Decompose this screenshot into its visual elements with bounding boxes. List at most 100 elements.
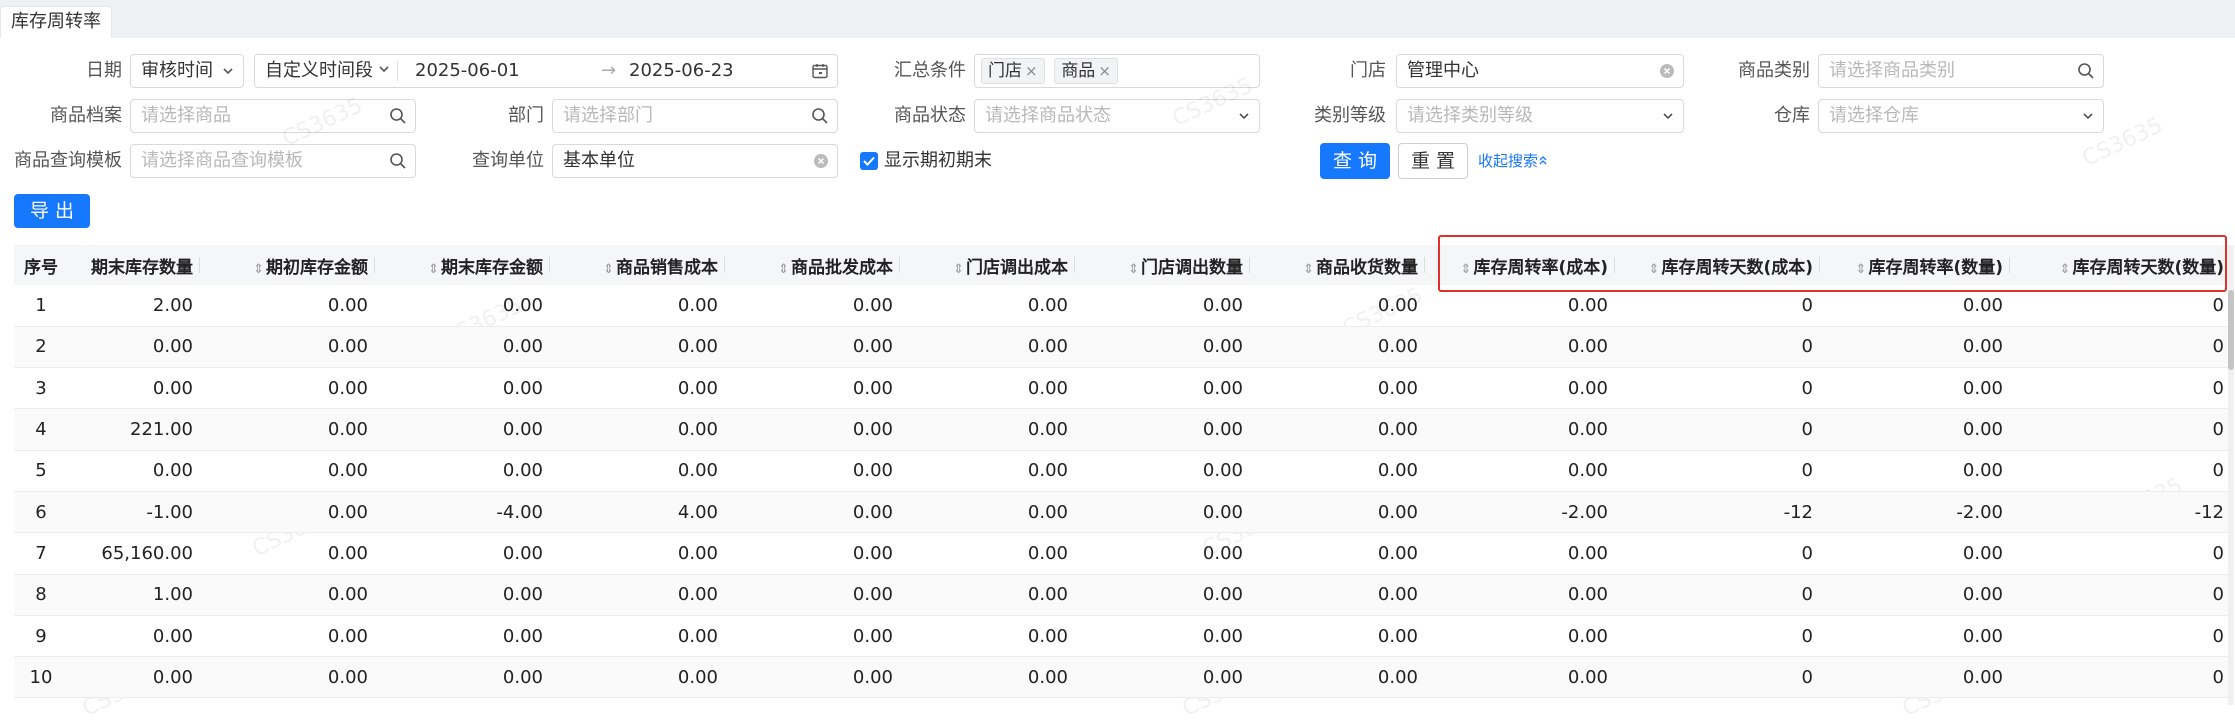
summary-tag-store[interactable]: 门店 ×	[981, 58, 1045, 84]
warehouse-select[interactable]: 请选择仓库	[1818, 99, 2104, 133]
column-header[interactable]: ⇕ 商品收货数量	[1249, 245, 1424, 285]
column-header[interactable]: ⇕ 期初库存金额	[199, 245, 374, 285]
summary-label: 汇总条件	[894, 60, 966, 81]
table-cell: 5	[14, 450, 68, 492]
date-type-select[interactable]: 审核时间	[130, 54, 244, 88]
table-row[interactable]: 1 2.00 0.00 0.00 0.00 0.00 0.00 0.00 0.00 0.00 0 0.…	[14, 285, 2230, 327]
sort-icon[interactable]: ⇕	[778, 262, 789, 277]
clear-icon[interactable]	[1659, 55, 1675, 87]
table-cell: 0.00	[899, 408, 1074, 451]
table-row[interactable]: 3 0.00 0.00 0.00 0.00 0.00 0.00 0.00 0.00 0.00 0 0.…	[14, 367, 2230, 410]
sort-icon[interactable]: ⇕	[2060, 262, 2071, 277]
check-icon	[863, 156, 875, 166]
table-cell: 0	[1614, 285, 1819, 327]
column-header[interactable]: ⇕ 库存周转天数(成本)	[1614, 245, 1819, 285]
end-date-input[interactable]: 2025-06-23	[629, 55, 734, 87]
vertical-scrollbar-thumb[interactable]	[2228, 290, 2234, 370]
search-icon[interactable]	[389, 145, 407, 177]
summary-tag-product[interactable]: 商品 ×	[1054, 58, 1118, 84]
column-header[interactable]: ⇕ 门店调出成本	[899, 245, 1074, 285]
date-range-mode[interactable]: 自定义时间段	[265, 60, 373, 81]
show-period-checkbox[interactable]	[860, 152, 878, 170]
search-icon[interactable]	[2077, 55, 2095, 87]
query-button[interactable]: 查 询	[1320, 143, 1390, 179]
column-header[interactable]: ⇕ 门店调出数量	[1074, 245, 1249, 285]
table-cell: 4	[14, 408, 68, 451]
table-row[interactable]: 2 0.00 0.00 0.00 0.00 0.00 0.00 0.00 0.00 0.00 0 0.…	[14, 326, 2230, 369]
column-divider[interactable]	[899, 257, 900, 273]
unit-select[interactable]: 基本单位	[552, 144, 838, 178]
close-icon[interactable]: ×	[1025, 62, 1038, 80]
level-select[interactable]: 请选择类别等级	[1396, 99, 1684, 133]
sort-icon[interactable]: ⇕	[1856, 262, 1867, 277]
column-divider[interactable]	[1614, 257, 1615, 273]
show-period-label[interactable]: 显示期初期末	[884, 144, 992, 178]
table-cell: 0	[2009, 285, 2230, 327]
date-range-picker[interactable]: 自定义时间段 2025-06-01 → 2025-06-23	[254, 54, 838, 88]
category-input[interactable]: 请选择商品类别	[1818, 54, 2104, 88]
tab-inventory-turnover[interactable]: 库存周转率	[0, 6, 112, 38]
search-icon[interactable]	[811, 100, 829, 132]
table-row[interactable]: 6 -1.00 0.00 -4.00 4.00 0.00 0.00 0.00 0.00 -2.00…	[14, 491, 2230, 534]
sort-icon[interactable]: ⇕	[603, 262, 614, 277]
table-cell: 0.00	[1819, 367, 2009, 410]
column-divider[interactable]	[724, 257, 725, 273]
store-select[interactable]: 管理中心	[1396, 54, 1684, 88]
sort-icon[interactable]: ⇕	[253, 262, 264, 277]
column-divider[interactable]	[2009, 257, 2010, 273]
column-divider[interactable]	[199, 257, 200, 273]
collapse-search-link[interactable]: 收起搜索	[1478, 144, 1548, 178]
table-cell: 0.00	[549, 574, 724, 616]
clear-icon[interactable]	[813, 145, 829, 177]
store-label: 门店	[1350, 60, 1386, 81]
column-divider[interactable]	[1819, 257, 1820, 273]
search-icon[interactable]	[389, 100, 407, 132]
column-header[interactable]: ⇕ 库存周转率(数量)	[1819, 245, 2009, 285]
chevron-up-icon	[1538, 152, 1548, 170]
column-header[interactable]: ⇕ 商品销售成本	[549, 245, 724, 285]
arrow-right-icon: →	[601, 60, 617, 81]
sort-icon[interactable]: ⇕	[1461, 262, 1472, 277]
sort-icon[interactable]: ⇕	[1128, 262, 1139, 277]
sort-icon[interactable]: ⇕	[953, 262, 964, 277]
summary-multiselect[interactable]: 门店 × 商品 ×	[974, 54, 1260, 88]
dept-input[interactable]: 请选择部门	[552, 99, 838, 133]
table-cell: 0.00	[549, 615, 724, 658]
column-divider[interactable]	[549, 257, 550, 273]
table-row[interactable]: 10 0.00 0.00 0.00 0.00 0.00 0.00 0.00 0.00 0.00 0 0…	[14, 656, 2230, 699]
sort-icon[interactable]: ⇕	[428, 262, 439, 277]
table-cell: -4.00	[374, 491, 549, 534]
table-row[interactable]: 5 0.00 0.00 0.00 0.00 0.00 0.00 0.00 0.00 0.00 0 0.…	[14, 450, 2230, 492]
column-header[interactable]: ⇕ 商品批发成本	[724, 245, 899, 285]
column-header-label: 库存周转率(成本)	[1473, 257, 1608, 278]
store-value: 管理中心	[1407, 60, 1479, 81]
table-cell: 0.00	[1819, 408, 2009, 451]
export-button[interactable]: 导 出	[14, 194, 90, 228]
reset-button[interactable]: 重 置	[1398, 143, 1468, 179]
column-divider[interactable]	[1249, 257, 1250, 273]
table-row[interactable]: 4 221.00 0.00 0.00 0.00 0.00 0.00 0.00 0.00 0.00 0…	[14, 408, 2230, 451]
template-input[interactable]: 请选择商品查询模板	[130, 144, 416, 178]
status-select[interactable]: 请选择商品状态	[974, 99, 1260, 133]
start-date-input[interactable]: 2025-06-01	[415, 55, 520, 87]
dept-label: 部门	[508, 105, 544, 126]
column-header[interactable]: ⇕ 期末库存金额	[374, 245, 549, 285]
close-icon[interactable]: ×	[1098, 62, 1111, 80]
column-header[interactable]: 期末库存数量	[68, 245, 199, 285]
sort-icon[interactable]: ⇕	[1303, 262, 1314, 277]
table-row[interactable]: 7 65,160.00 0.00 0.00 0.00 0.00 0.00 0.00 0.00 0.…	[14, 532, 2230, 575]
column-divider[interactable]	[1074, 257, 1075, 273]
table-cell: 0.00	[899, 450, 1074, 492]
table-cell: 0.00	[549, 326, 724, 369]
column-header[interactable]: ⇕ 库存周转率(成本)	[1424, 245, 1614, 285]
calendar-icon[interactable]	[811, 55, 829, 87]
product-input[interactable]: 请选择商品	[130, 99, 416, 133]
table-cell: 0.00	[1424, 574, 1614, 616]
table-row[interactable]: 9 0.00 0.00 0.00 0.00 0.00 0.00 0.00 0.00 0.00 0 0.…	[14, 615, 2230, 658]
column-divider[interactable]	[1424, 257, 1425, 273]
table-cell: 0.00	[549, 367, 724, 410]
column-divider[interactable]	[374, 257, 375, 273]
column-header[interactable]: ⇕ 库存周转天数(数量)	[2009, 245, 2230, 285]
sort-icon[interactable]: ⇕	[1649, 262, 1660, 277]
table-row[interactable]: 8 1.00 0.00 0.00 0.00 0.00 0.00 0.00 0.00 0.00 0 0.…	[14, 574, 2230, 616]
